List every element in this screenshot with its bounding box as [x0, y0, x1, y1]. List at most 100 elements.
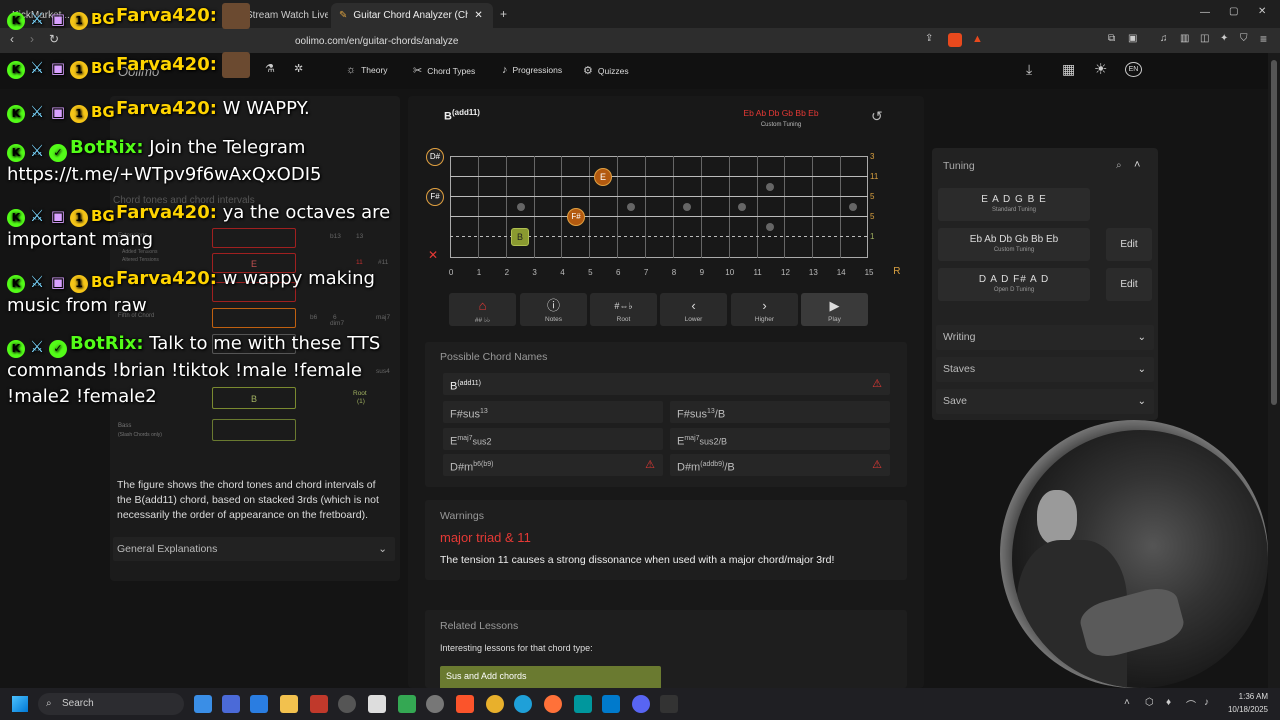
guitar-favicon-icon: ✎	[339, 10, 348, 21]
vscode-icon[interactable]	[602, 695, 620, 713]
firefox-icon[interactable]	[544, 695, 562, 713]
volume-icon[interactable]: ♪	[1204, 697, 1209, 708]
string-interval-label: 5	[870, 212, 875, 221]
url-field[interactable]: oolimo.com/en/guitar-chords/analyze	[270, 31, 990, 51]
app-icon[interactable]	[426, 695, 444, 713]
clock-date[interactable]: 10/18/2025	[1220, 705, 1268, 714]
chevron-up-icon[interactable]: ˄	[1134, 159, 1140, 171]
file-explorer-icon[interactable]	[280, 695, 298, 713]
fret-note[interactable]: E	[594, 168, 612, 186]
reset-icon[interactable]: ↺	[871, 108, 883, 125]
root-button[interactable]: #⇔♭ Root	[590, 293, 657, 326]
chord-name-option[interactable]: Emaj7sus2	[443, 428, 663, 450]
minimize-button[interactable]: —	[1200, 7, 1210, 18]
maximize-button[interactable]: ▢	[1229, 6, 1238, 17]
microphone-icon[interactable]: ♦	[1166, 697, 1171, 708]
chevron-left-icon: ‹	[691, 298, 696, 313]
chord-name-option[interactable]: D#mb6(b9) ⚠	[443, 454, 663, 476]
nav-quizzes[interactable]: ⚙ Quizzes	[583, 64, 629, 77]
fretboard-settings-icon[interactable]: ▦	[1062, 61, 1075, 78]
forward-icon[interactable]: ›	[30, 32, 34, 46]
media-icon[interactable]: ♫	[1160, 33, 1168, 44]
brave-icon[interactable]	[456, 695, 474, 713]
tools-icon[interactable]: ✲	[294, 62, 303, 75]
search-icon[interactable]: ⌕	[1116, 160, 1122, 171]
app-icon[interactable]	[398, 695, 416, 713]
app-icon[interactable]	[222, 695, 240, 713]
arduino-icon[interactable]	[574, 695, 592, 713]
leo-icon[interactable]: ✦	[1220, 33, 1228, 44]
back-icon[interactable]: ‹	[10, 32, 14, 46]
app-icon[interactable]	[368, 695, 386, 713]
open-string-note[interactable]: D#	[426, 148, 444, 166]
fret-note[interactable]: F#	[567, 208, 585, 226]
lesson-link[interactable]: Sus and Add chords	[440, 666, 661, 688]
accidentals-button[interactable]: ⌂ ## ♭♭	[449, 293, 516, 326]
new-tab-button[interactable]: +	[500, 7, 507, 21]
fret-marker-dot	[517, 203, 525, 211]
app-icon[interactable]	[660, 695, 678, 713]
menu-icon[interactable]: ≡	[1260, 32, 1267, 46]
taskbar-search[interactable]: ⌕ Search	[38, 693, 184, 715]
app-icon[interactable]	[338, 695, 356, 713]
chat-username: Farva420:	[116, 5, 217, 26]
muted-string-icon[interactable]: ✕	[428, 248, 438, 262]
language-button[interactable]: EN	[1125, 62, 1142, 77]
staves-accordion[interactable]: Staves ⌄	[936, 357, 1154, 382]
rewards-icon[interactable]: ▲	[972, 33, 984, 45]
nav-theory[interactable]: ☼ Theory	[346, 64, 388, 76]
discord-icon[interactable]	[632, 695, 650, 713]
edge-icon[interactable]	[514, 695, 532, 713]
lower-button[interactable]: ‹ Lower	[660, 293, 727, 326]
general-explanations-accordion[interactable]: General Explanations ⌄	[113, 537, 395, 561]
tuning-card[interactable]: Eb Ab Db Gb Bb Eb Custom Tuning	[938, 228, 1090, 261]
wallet-icon[interactable]: ◫	[1200, 33, 1209, 44]
tray-app-icon[interactable]: ⬡	[1145, 697, 1154, 708]
edit-tuning-button[interactable]: Edit	[1106, 268, 1152, 301]
tuning-notes: D A D F# A D	[978, 274, 1050, 285]
chord-name-option[interactable]: Emaj7sus2/B	[670, 428, 890, 450]
taskview-icon[interactable]	[194, 695, 212, 713]
vpn-icon[interactable]: ⛉	[1240, 33, 1248, 44]
theme-sun-icon[interactable]: ☀	[1094, 60, 1107, 78]
fret-number: 15	[864, 268, 874, 277]
higher-button[interactable]: › Higher	[731, 293, 798, 326]
close-tab-icon[interactable]: ✕	[474, 10, 482, 21]
chord-name-option[interactable]: F#sus13	[443, 401, 663, 423]
app-icon[interactable]	[250, 695, 268, 713]
writing-accordion[interactable]: Writing ⌄	[936, 325, 1154, 350]
browser-tab-active[interactable]: ✎ Guitar Chord Analyzer (Chord N... ✕	[331, 3, 493, 28]
nav-chord-types[interactable]: ✂ Chord Types	[413, 64, 475, 77]
tuning-card[interactable]: E A D G B E Standard Tuning	[938, 188, 1090, 221]
chord-name-option[interactable]: F#sus13/B	[670, 401, 890, 423]
tray-chevron-icon[interactable]: ˄	[1124, 697, 1130, 708]
screenshot-icon[interactable]: ▣	[1128, 33, 1137, 44]
open-string-note[interactable]: F#	[426, 188, 444, 206]
reload-icon[interactable]: ↻	[49, 32, 59, 46]
tuning-card[interactable]: D A D F# A D Open D Tuning	[938, 268, 1090, 301]
sidebar-icon[interactable]: ▥	[1180, 33, 1189, 44]
save-accordion[interactable]: Save ⌄	[936, 389, 1154, 414]
notes-button[interactable]: ⓘ Notes	[520, 293, 587, 326]
fret-line	[672, 156, 674, 258]
clock-time[interactable]: 1:36 AM	[1220, 692, 1268, 701]
brave-shield-icon[interactable]	[948, 33, 962, 47]
chord-name-option[interactable]: D#m(addb9)/B ⚠	[670, 454, 890, 476]
chord-name-primary[interactable]: B(add11) ⚠	[443, 373, 890, 395]
share-icon[interactable]: ⇪	[925, 33, 933, 44]
windows-start-icon[interactable]	[12, 696, 28, 712]
chrome-icon[interactable]	[486, 695, 504, 713]
warning-icon: ⚠	[645, 459, 655, 471]
play-button[interactable]: ▶ Play	[801, 293, 868, 326]
download-icon[interactable]: ⤓	[1026, 61, 1032, 78]
flask-icon[interactable]: ⚗	[265, 62, 275, 75]
fret-note-root[interactable]: B	[511, 228, 529, 246]
app-icon[interactable]	[310, 695, 328, 713]
nav-progressions[interactable]: ♪ Progressions	[502, 64, 562, 76]
network-icon[interactable]: ⌒	[1186, 697, 1196, 712]
close-window-button[interactable]: ✕	[1258, 6, 1266, 17]
scroll-thumb[interactable]	[1271, 60, 1277, 405]
webcam-feed	[1012, 430, 1268, 688]
edit-tuning-button[interactable]: Edit	[1106, 228, 1152, 261]
extensions-icon[interactable]: ⧉	[1108, 33, 1115, 44]
